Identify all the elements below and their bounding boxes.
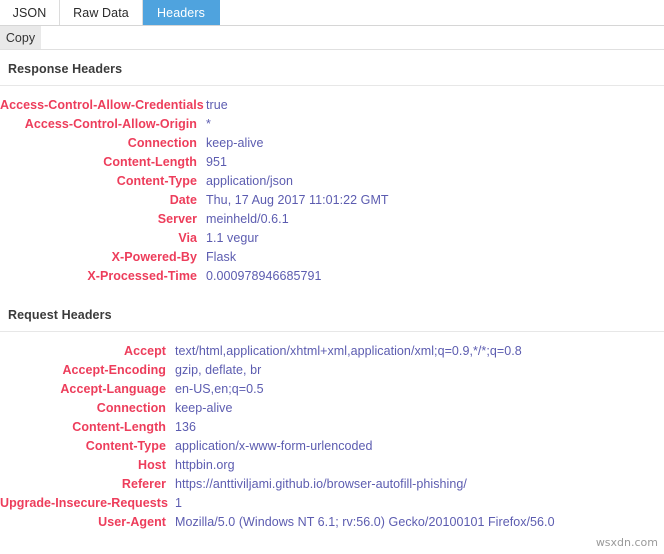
- header-name: Accept-Encoding: [62, 363, 166, 377]
- header-row[interactable]: Server meinheld/0.6.1: [0, 210, 664, 229]
- header-value: Thu, 17 Aug 2017 11:01:22 GMT: [206, 193, 389, 207]
- header-row[interactable]: Connection keep-alive: [0, 399, 664, 418]
- header-value: 951: [206, 155, 228, 169]
- header-name: Content-Type: [116, 174, 197, 188]
- header-name: X-Processed-Time: [87, 269, 197, 283]
- header-name: User-Agent: [98, 515, 166, 529]
- header-value: Flask: [206, 250, 237, 264]
- header-row[interactable]: Content-Type application/json: [0, 172, 664, 191]
- header-name: Connection: [127, 136, 197, 150]
- response-headers-title: Response Headers: [8, 62, 123, 76]
- header-row[interactable]: Content-Length 136: [0, 418, 664, 437]
- tab-headers[interactable]: Headers: [143, 0, 220, 25]
- header-row[interactable]: X-Powered-By Flask: [0, 248, 664, 267]
- tab-headers-label: Headers: [157, 5, 205, 20]
- header-value: 136: [175, 420, 197, 434]
- header-name: Access-Control-Allow-Credentials: [0, 98, 204, 112]
- header-value: 1.1 vegur: [206, 231, 259, 245]
- header-name: Accept: [124, 344, 166, 358]
- header-row[interactable]: Accept text/html,application/xhtml+xml,ap…: [0, 342, 664, 361]
- header-row[interactable]: Date Thu, 17 Aug 2017 11:01:22 GMT: [0, 191, 664, 210]
- header-name: Upgrade-Insecure-Requests: [0, 496, 168, 510]
- header-row[interactable]: Via 1.1 vegur: [0, 229, 664, 248]
- header-value: gzip, deflate, br: [175, 363, 262, 377]
- tab-bar-filler: [220, 0, 664, 25]
- header-row[interactable]: Content-Type application/x-www-form-urlen…: [0, 437, 664, 456]
- tab-bar: JSON Raw Data Headers: [0, 0, 664, 26]
- header-value: application/json: [206, 174, 293, 188]
- headers-toolbar: Copy: [0, 26, 664, 50]
- header-row[interactable]: Access-Control-Allow-Origin *: [0, 115, 664, 134]
- header-row[interactable]: X-Processed-Time 0.000978946685791: [0, 267, 664, 286]
- request-headers-list: Accept text/html,application/xhtml+xml,ap…: [0, 332, 664, 532]
- header-row[interactable]: Access-Control-Allow-Credentials true: [0, 96, 664, 115]
- header-row[interactable]: Host httpbin.org: [0, 456, 664, 475]
- tab-raw-data[interactable]: Raw Data: [60, 0, 143, 25]
- header-row[interactable]: Upgrade-Insecure-Requests 1: [0, 494, 664, 513]
- header-value: https://anttiviljami.github.io/browser-a…: [175, 477, 467, 491]
- header-value: *: [206, 117, 211, 131]
- header-row[interactable]: Connection keep-alive: [0, 134, 664, 153]
- request-headers-title: Request Headers: [8, 308, 112, 322]
- header-row[interactable]: Content-Length 951: [0, 153, 664, 172]
- header-name: Content-Length: [72, 420, 166, 434]
- toolbar-filler: [41, 26, 664, 49]
- header-value: keep-alive: [206, 136, 264, 150]
- header-name: Referer: [121, 477, 166, 491]
- header-name: Via: [178, 231, 197, 245]
- header-name: Accept-Language: [60, 382, 166, 396]
- header-value: true: [206, 98, 228, 112]
- watermark: wsxdn.com: [595, 536, 658, 549]
- copy-button[interactable]: Copy: [0, 26, 41, 49]
- header-value: 1: [175, 496, 183, 510]
- header-name: Access-Control-Allow-Origin: [24, 117, 197, 131]
- response-headers-list: Access-Control-Allow-Credentials true Acce…: [0, 86, 664, 286]
- header-row[interactable]: User-Agent Mozilla/5.0 (Windows NT 6.1; r…: [0, 513, 664, 532]
- header-name: Date: [169, 193, 197, 207]
- header-value: Mozilla/5.0 (Windows NT 6.1; rv:56.0) Ge…: [175, 515, 555, 529]
- header-name: Host: [138, 458, 166, 472]
- header-name: Content-Type: [85, 439, 166, 453]
- response-headers-section: Response Headers Access-Control-Allow-Cr…: [0, 50, 664, 286]
- header-value: 0.000978946685791: [206, 269, 322, 283]
- header-row[interactable]: Accept-Language en-US,en;q=0.5: [0, 380, 664, 399]
- tab-raw-data-label: Raw Data: [73, 5, 129, 20]
- header-value: keep-alive: [175, 401, 233, 415]
- header-value: application/x-www-form-urlencoded: [175, 439, 373, 453]
- header-name: Server: [157, 212, 197, 226]
- header-value: text/html,application/xhtml+xml,applicat…: [175, 344, 522, 358]
- header-row[interactable]: Referer https://anttiviljami.github.io/br…: [0, 475, 664, 494]
- header-name: Content-Length: [103, 155, 197, 169]
- headers-content: Response Headers Access-Control-Allow-Cr…: [0, 50, 664, 532]
- header-value: en-US,en;q=0.5: [175, 382, 264, 396]
- header-value: httpbin.org: [175, 458, 235, 472]
- tab-json[interactable]: JSON: [0, 0, 60, 25]
- request-headers-section: Request Headers Accept text/html,applicat…: [0, 286, 664, 532]
- header-value: meinheld/0.6.1: [206, 212, 289, 226]
- tab-json-label: JSON: [12, 5, 47, 20]
- header-name: Connection: [96, 401, 166, 415]
- copy-button-label: Copy: [5, 30, 36, 45]
- header-row[interactable]: Accept-Encoding gzip, deflate, br: [0, 361, 664, 380]
- header-name: X-Powered-By: [111, 250, 197, 264]
